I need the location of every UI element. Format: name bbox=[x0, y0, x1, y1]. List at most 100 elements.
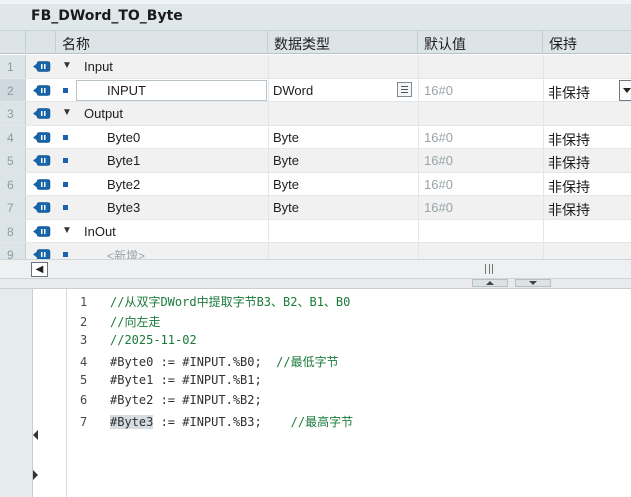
row-number: 9 bbox=[0, 243, 26, 259]
interface-parameter-icon bbox=[33, 61, 51, 72]
pane-splitter[interactable] bbox=[0, 279, 631, 289]
code-line[interactable]: 2 //向左走 bbox=[80, 313, 160, 331]
param-default-value[interactable]: 16#0 bbox=[424, 200, 453, 215]
param-datatype[interactable]: DWord bbox=[273, 83, 313, 98]
col-divider bbox=[418, 102, 419, 125]
param-name[interactable]: InOut bbox=[84, 224, 116, 239]
code-line[interactable]: 5 #Byte1 := #INPUT.%B1; bbox=[80, 373, 262, 391]
param-retain[interactable]: 非保持 bbox=[548, 153, 590, 173]
param-name[interactable]: Byte2 bbox=[107, 177, 140, 192]
col-divider bbox=[543, 102, 544, 125]
collapse-toggle-icon[interactable]: ▼ bbox=[62, 60, 72, 71]
table-row-byte3[interactable]: 7 Byte3 Byte 16#0 非保持 bbox=[0, 196, 631, 220]
retain-dropdown-button[interactable] bbox=[619, 79, 631, 101]
param-name[interactable]: INPUT bbox=[107, 83, 146, 98]
col-divider bbox=[268, 243, 269, 259]
col-divider bbox=[418, 125, 419, 148]
table-row-input[interactable]: 2 INPUT DWord 16#0 非保持 bbox=[0, 78, 631, 103]
param-name[interactable]: Output bbox=[84, 106, 123, 121]
parameter-bullet-icon bbox=[63, 134, 68, 140]
table-row-input[interactable]: 1 ▼ Input bbox=[0, 55, 631, 79]
collapse-toggle-icon[interactable]: ▼ bbox=[62, 107, 72, 118]
name-edit-field[interactable] bbox=[76, 79, 267, 101]
code-line-number: 5 bbox=[80, 373, 88, 387]
col-divider bbox=[418, 172, 419, 195]
header-name[interactable]: 名称 bbox=[56, 31, 268, 54]
col-divider bbox=[543, 172, 544, 195]
interface-parameter-icon bbox=[33, 202, 51, 213]
param-datatype[interactable]: Byte bbox=[273, 153, 299, 168]
col-divider bbox=[418, 219, 419, 242]
datatype-browse-button[interactable] bbox=[397, 81, 412, 97]
collapse-toggle-icon[interactable]: ▼ bbox=[62, 225, 72, 236]
param-name[interactable]: <新增> bbox=[107, 247, 145, 259]
code-line[interactable]: 6 #Byte2 := #INPUT.%B2; bbox=[80, 393, 262, 411]
code-statement[interactable]: #Byte2 := #INPUT.%B2; bbox=[110, 393, 262, 407]
table-row-byte2[interactable]: 6 Byte2 Byte 16#0 非保持 bbox=[0, 172, 631, 197]
parameter-bullet-icon bbox=[63, 205, 68, 210]
row-number: 5 bbox=[0, 149, 26, 172]
param-retain[interactable]: 非保持 bbox=[548, 83, 590, 103]
param-retain[interactable]: 非保持 bbox=[548, 130, 590, 150]
param-retain[interactable]: 非保持 bbox=[548, 200, 590, 220]
table-row-byte0[interactable]: 4 Byte0 Byte 16#0 非保持 bbox=[0, 125, 631, 150]
code-line[interactable]: 3 //2025-11-02 bbox=[80, 333, 197, 351]
interface-parameter-icon bbox=[33, 249, 51, 259]
code-editor[interactable]: 1 //从双字DWord中提取字节B3、B2、B1、B0 2 //向左走 3 //2025… bbox=[0, 289, 631, 497]
col-divider bbox=[268, 55, 269, 78]
col-divider bbox=[418, 149, 419, 172]
editor-margin bbox=[0, 289, 33, 497]
code-line[interactable]: 7 #Byte3 := #INPUT.%B3; //最高字节 bbox=[80, 413, 353, 431]
code-statement[interactable]: #Byte1 := #INPUT.%B1; bbox=[110, 373, 262, 387]
param-default-value[interactable]: 16#0 bbox=[424, 177, 453, 192]
code-statement[interactable]: #Byte0 := #INPUT.%B0; bbox=[110, 355, 276, 369]
col-divider bbox=[543, 243, 544, 259]
code-statement[interactable]: #Byte3 bbox=[110, 415, 154, 429]
interface-table: 名称 数据类型 默认值 保持 1 ▼ Input 2 INPUT DWord 1… bbox=[0, 31, 631, 259]
code-statement-rest[interactable]: := #INPUT.%B3; bbox=[153, 415, 290, 429]
splitter-down-button[interactable] bbox=[515, 279, 551, 287]
col-divider bbox=[268, 219, 269, 242]
scroll-left-button[interactable]: ◀ bbox=[31, 262, 48, 277]
interface-parameter-icon bbox=[33, 225, 51, 237]
param-name[interactable]: Byte0 bbox=[107, 130, 140, 145]
header-retain[interactable]: 保持 bbox=[543, 31, 631, 54]
col-divider bbox=[268, 125, 269, 148]
row-number: 8 bbox=[0, 219, 26, 242]
param-name[interactable]: Byte1 bbox=[107, 153, 140, 168]
scroll-grip-icon[interactable] bbox=[485, 264, 493, 274]
code-comment: //2025-11-02 bbox=[110, 333, 197, 347]
row-number: 6 bbox=[0, 172, 26, 195]
header-default[interactable]: 默认值 bbox=[418, 31, 543, 54]
col-divider bbox=[543, 55, 544, 78]
param-datatype[interactable]: Byte bbox=[273, 130, 299, 145]
interface-parameter-icon bbox=[33, 178, 51, 190]
table-row-inout[interactable]: 8 ▼ InOut bbox=[0, 219, 631, 243]
table-row-byte1[interactable]: 5 Byte1 Byte 16#0 非保持 bbox=[0, 149, 631, 173]
header-datatype[interactable]: 数据类型 bbox=[268, 31, 418, 54]
row-number: 2 bbox=[0, 78, 26, 101]
table-row-output[interactable]: 3 ▼ Output bbox=[0, 102, 631, 126]
code-comment: //最低字节 bbox=[276, 355, 339, 369]
header-rownum bbox=[0, 31, 26, 54]
splitter-up-button[interactable] bbox=[472, 279, 508, 287]
param-name[interactable]: Byte3 bbox=[107, 200, 140, 215]
param-datatype[interactable]: Byte bbox=[273, 177, 299, 192]
param-retain[interactable]: 非保持 bbox=[548, 177, 590, 197]
col-divider bbox=[268, 78, 269, 101]
param-name[interactable]: Input bbox=[84, 59, 113, 74]
horizontal-scrollbar[interactable]: ◀ bbox=[0, 259, 631, 279]
col-divider bbox=[268, 149, 269, 172]
block-title-bar: FB_DWord_TO_Byte bbox=[0, 0, 631, 31]
param-default-value[interactable]: 16#0 bbox=[424, 130, 453, 145]
block-title: FB_DWord_TO_Byte bbox=[31, 8, 183, 24]
parameter-bullet-icon bbox=[63, 252, 68, 257]
title-bar-top-strip bbox=[0, 0, 631, 4]
param-datatype[interactable]: Byte bbox=[273, 200, 299, 215]
editor-gutter bbox=[33, 289, 67, 497]
param-default-value[interactable]: 16#0 bbox=[424, 83, 453, 98]
param-default-value[interactable]: 16#0 bbox=[424, 153, 453, 168]
code-line[interactable]: 4 #Byte0 := #INPUT.%B0; //最低字节 bbox=[80, 353, 339, 371]
table-row--[interactable]: 9 <新增> bbox=[0, 243, 631, 259]
code-line[interactable]: 1 //从双字DWord中提取字节B3、B2、B1、B0 bbox=[80, 293, 350, 311]
